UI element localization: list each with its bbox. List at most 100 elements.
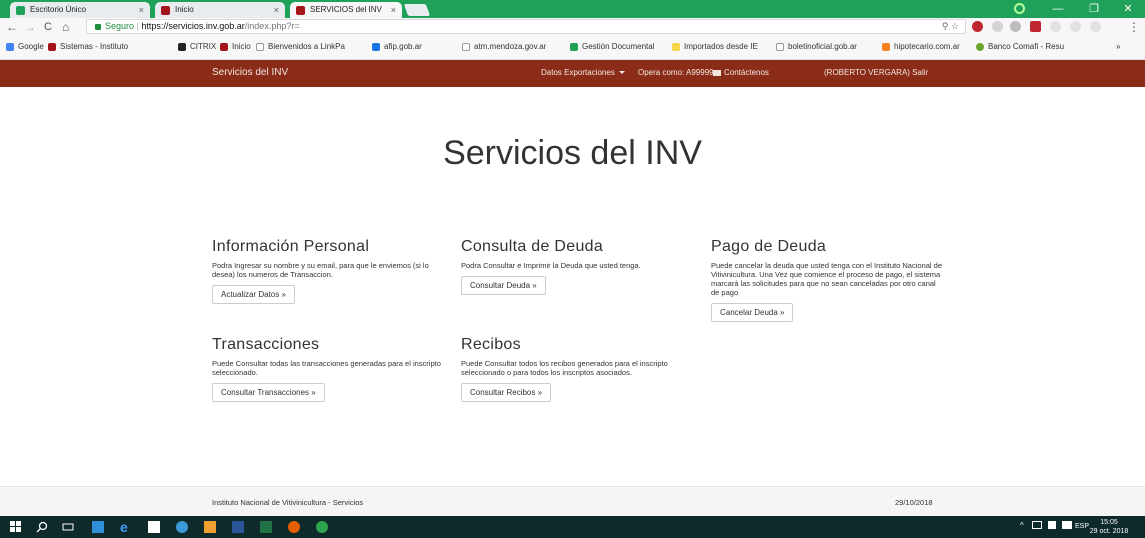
close-window-button[interactable]: ✕ <box>1116 0 1140 18</box>
bookmark-label: hipotecario.com.ar <box>894 42 960 51</box>
extension-icon[interactable] <box>1070 21 1081 32</box>
folder-icon <box>672 43 680 51</box>
bookmarks-bar: Google Sistemas - Instituto CITRIX Inici… <box>0 36 1145 60</box>
datos-exportaciones-dropdown[interactable]: Datos Exportaciones <box>541 68 625 77</box>
secure-label: Seguro <box>105 21 135 31</box>
tab-inicio[interactable]: Inicio × <box>155 2 285 18</box>
forward-icon[interactable]: → <box>24 19 36 35</box>
zoom-icon[interactable]: ⚲ <box>942 21 949 31</box>
inv-icon <box>220 43 228 51</box>
inv-icon <box>296 6 305 15</box>
extension-icon[interactable] <box>1050 21 1061 32</box>
shield-extension-icon[interactable] <box>1030 21 1041 32</box>
card-title: Transacciones <box>212 336 320 353</box>
inv-icon <box>48 43 56 51</box>
bookmark-label: boletinoficial.gob.ar <box>788 42 857 51</box>
search-icon[interactable] <box>36 521 48 533</box>
brand-link[interactable]: Servicios del INV <box>212 67 288 78</box>
cancelar-deuda-button[interactable]: Cancelar Deuda » <box>711 303 794 322</box>
url-input[interactable]: Seguro | https://servicios.inv.gob.ar/in… <box>86 19 966 34</box>
card-informacion-personal: Información Personal Podra Ingresar su n… <box>212 238 452 304</box>
card-recibos: Recibos Puede Consultar todos los recibo… <box>461 336 701 402</box>
extension-icon[interactable] <box>992 21 1003 32</box>
site-footer: Instituto Nacional de Vitivinicultura - … <box>0 486 1145 516</box>
volume-icon[interactable] <box>1048 521 1056 529</box>
tab-title: Escritorio Único <box>30 5 87 14</box>
new-tab-button[interactable] <box>403 4 431 16</box>
word-icon[interactable] <box>232 521 244 533</box>
outlook-icon[interactable] <box>204 521 216 533</box>
file-explorer-icon[interactable] <box>92 521 104 533</box>
language-indicator[interactable]: ESP <box>1075 523 1089 530</box>
contactenos-label: Contáctenos <box>724 68 769 77</box>
internet-explorer-icon[interactable]: e <box>120 520 132 534</box>
clock-time: 15:05 <box>1100 519 1118 526</box>
excel-icon[interactable] <box>260 521 272 533</box>
chrome-menu-icon[interactable]: ⋮ <box>1128 19 1140 35</box>
bookmark-star-icon[interactable]: ☆ <box>951 21 959 31</box>
tray-expand-icon[interactable]: ^ <box>1020 521 1024 530</box>
tab-close-icon[interactable]: × <box>274 2 279 18</box>
contactenos-link[interactable]: Contáctenos <box>713 68 769 77</box>
bookmark-importados[interactable]: Importados desde IE <box>672 41 768 53</box>
calculator-icon[interactable] <box>148 521 160 533</box>
url-host: https://servicios.inv.gob.ar <box>141 21 245 31</box>
bookmark-citrix[interactable]: CITRIX <box>178 41 216 53</box>
bookmark-inicio[interactable]: Inicio <box>220 41 251 53</box>
consultar-transacciones-button[interactable]: Consultar Transacciones » <box>212 383 325 402</box>
url-separator: | <box>136 21 139 31</box>
app-icon[interactable] <box>176 521 188 533</box>
consultar-recibos-button[interactable]: Consultar Recibos » <box>461 383 552 402</box>
profile-icon[interactable] <box>1014 3 1025 14</box>
extension-icon[interactable] <box>1090 21 1101 32</box>
bookmark-sistemas-instituto[interactable]: Sistemas - Instituto <box>48 41 166 53</box>
actualizar-datos-button[interactable]: Actualizar Datos » <box>212 285 295 304</box>
bookmark-afip[interactable]: afip.gob.ar <box>372 41 422 53</box>
firefox-icon[interactable] <box>288 521 300 533</box>
opera-como-link[interactable]: Opera como: A99999 <box>638 68 714 77</box>
inv-icon <box>161 6 170 15</box>
url-path: /index.php?r= <box>244 21 300 31</box>
card-consulta-deuda: Consulta de Deuda Podra Consultar e Impr… <box>461 238 701 295</box>
card-description: Puede Consultar todas las transacciones … <box>212 359 441 377</box>
bookmark-linkpa[interactable]: Bienvenidos a LinkPa <box>256 41 364 53</box>
home-icon[interactable]: ⌂ <box>62 19 69 35</box>
network-icon[interactable] <box>1032 521 1042 529</box>
notification-icon[interactable] <box>1062 521 1072 529</box>
bookmark-hipotecario[interactable]: hipotecario.com.ar <box>882 41 960 53</box>
card-transacciones: Transacciones Puede Consultar todas las … <box>212 336 452 402</box>
tab-escritorio-unico[interactable]: Escritorio Único × <box>10 2 150 18</box>
bookmarks-overflow-button[interactable]: » <box>1116 41 1120 53</box>
chrome-icon[interactable] <box>316 521 328 533</box>
page-title: Servicios del INV <box>443 134 702 172</box>
minimize-button[interactable]: — <box>1046 0 1070 18</box>
back-icon[interactable]: ← <box>6 19 18 35</box>
consultar-deuda-button[interactable]: Consultar Deuda » <box>461 276 546 295</box>
bookmark-label: atm.mendoza.gov.ar <box>474 42 547 51</box>
extension-icon[interactable] <box>1010 21 1021 32</box>
tab-close-icon[interactable]: × <box>139 2 144 18</box>
tab-servicios-inv[interactable]: SERVICIOS del INV × <box>290 2 402 18</box>
task-view-icon[interactable] <box>62 521 74 533</box>
tab-close-icon[interactable]: × <box>391 2 396 18</box>
maximize-button[interactable]: ❐ <box>1082 0 1106 18</box>
bookmark-boletin-oficial[interactable]: boletinoficial.gob.ar <box>776 41 857 53</box>
logout-link[interactable]: (ROBERTO VERGARA) Salir <box>824 68 928 77</box>
bookmark-google[interactable]: Google <box>6 41 44 53</box>
bookmark-label: Sistemas - Instituto <box>60 42 129 51</box>
afip-icon <box>372 43 380 51</box>
bookmark-gestion-documental[interactable]: Gestión Documental <box>570 41 664 53</box>
bookmark-banco-comafi[interactable]: Banco Comafi - Resu <box>976 41 1072 53</box>
windows-start-icon[interactable] <box>10 521 22 533</box>
bookmark-label: Google <box>18 42 44 51</box>
card-description: Podra Consultar e Imprimir la Deuda que … <box>461 261 641 270</box>
bank-icon <box>882 43 890 51</box>
bookmark-label: CITRIX <box>190 42 217 51</box>
reload-icon[interactable]: C <box>44 19 52 35</box>
taskbar-clock[interactable]: 15:05 29 oct. 2018 <box>1089 518 1129 536</box>
card-title: Pago de Deuda <box>711 238 827 255</box>
ublock-extension-icon[interactable] <box>972 21 983 32</box>
address-bar-row: ← → C ⌂ Seguro | https://servicios.inv.g… <box>0 18 1145 36</box>
page-icon <box>256 43 264 51</box>
bookmark-atm-mendoza[interactable]: atm.mendoza.gov.ar <box>462 41 546 53</box>
